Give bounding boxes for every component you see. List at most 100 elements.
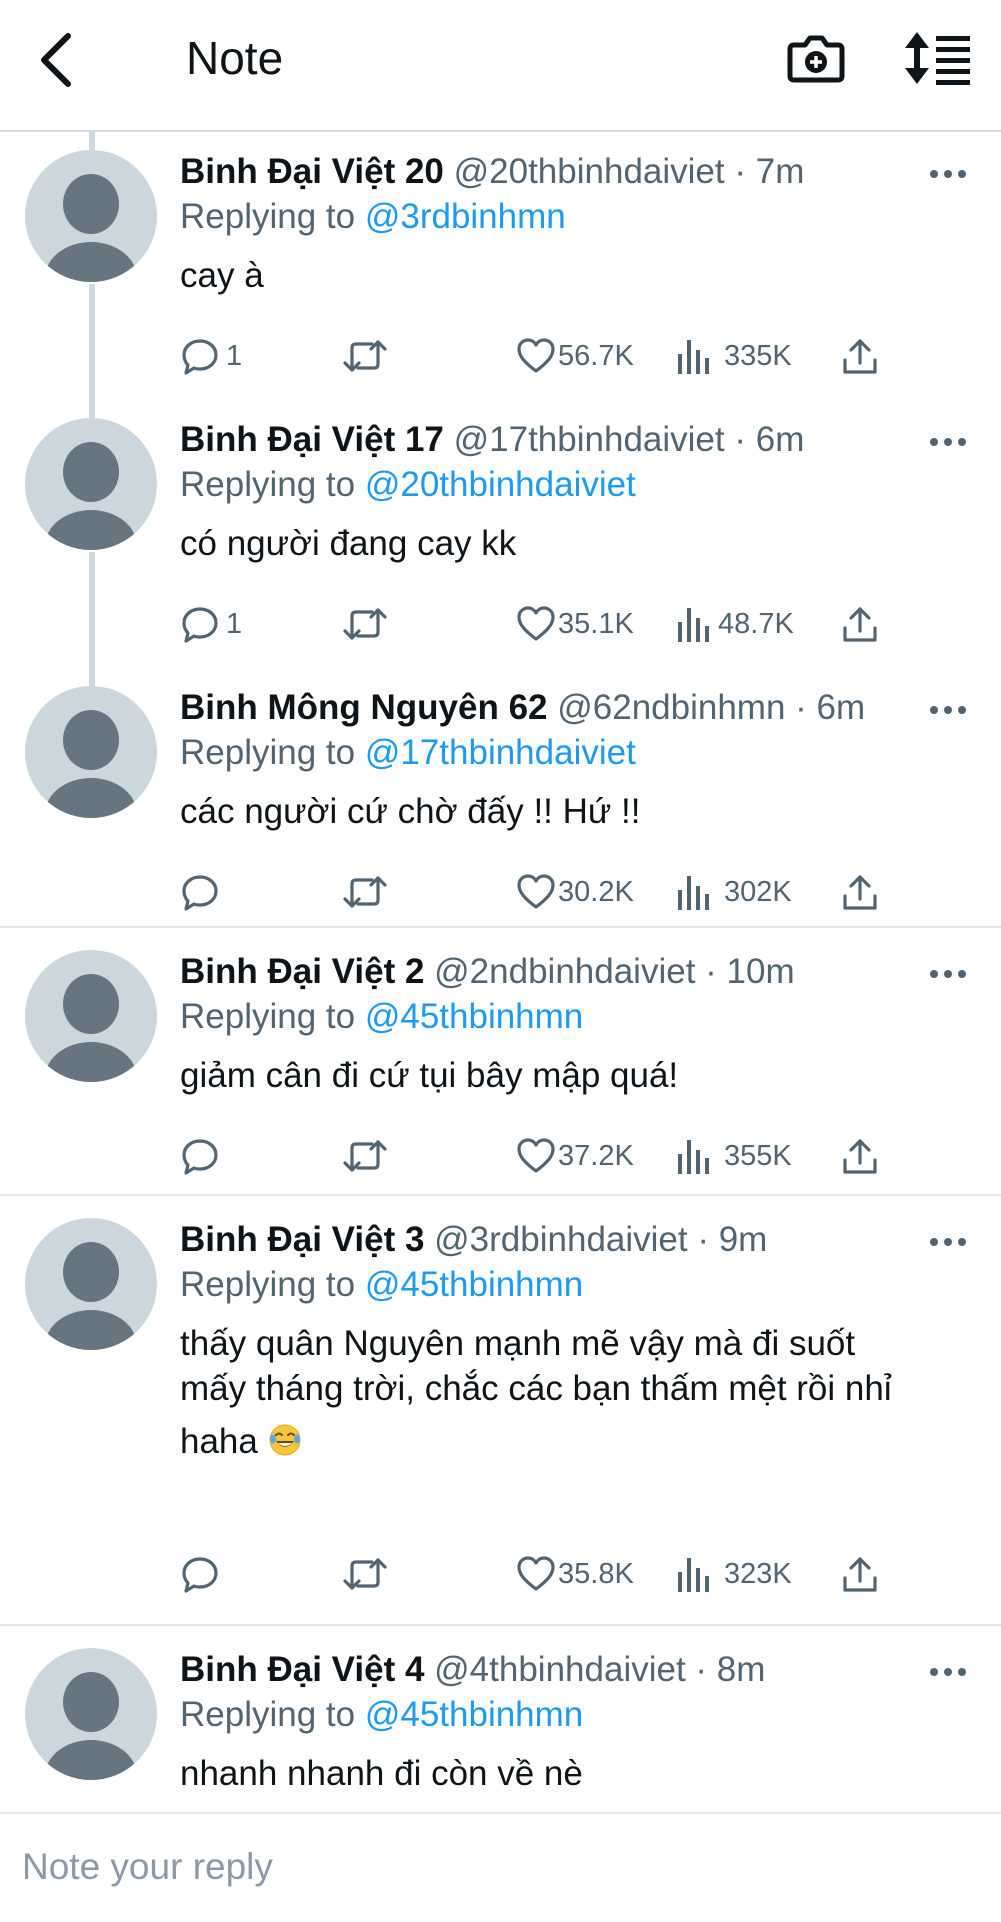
- handle-time: @20thbinhdaiviet · 7m: [453, 152, 805, 191]
- like-button[interactable]: 30.2K: [516, 870, 634, 914]
- top-bar: Note: [0, 0, 1001, 132]
- views-button[interactable]: 335K: [676, 334, 792, 378]
- sort-button[interactable]: [902, 30, 974, 86]
- tweet-item[interactable]: Binh Đại Việt 17 @17thbinhdaiviet · 6m R…: [0, 400, 1001, 668]
- views-button[interactable]: 302K: [676, 870, 792, 914]
- reply-button[interactable]: [180, 1134, 226, 1178]
- tweet-item[interactable]: Binh Đại Việt 2 @2ndbinhdaiviet · 10m Re…: [0, 928, 1001, 1196]
- display-name[interactable]: Binh Đại Việt 20: [180, 152, 444, 191]
- retweet-button[interactable]: [342, 1134, 388, 1178]
- reply-composer: [0, 1812, 1001, 1922]
- like-button[interactable]: 56.7K: [516, 334, 634, 378]
- default-avatar-icon: [45, 974, 137, 1082]
- display-name[interactable]: Binh Đại Việt 17: [180, 420, 444, 459]
- share-button[interactable]: [840, 334, 880, 378]
- avatar[interactable]: [25, 950, 157, 1082]
- more-button[interactable]: [928, 1662, 968, 1682]
- tweet-item[interactable]: Binh Đại Việt 3 @3rdbinhdaiviet · 9m Rep…: [0, 1196, 1001, 1626]
- tweet-item[interactable]: Binh Mông Nguyên 62 @62ndbinhmn · 6m Rep…: [0, 668, 1001, 928]
- avatar[interactable]: [25, 1648, 157, 1780]
- handle-time: @2ndbinhdaiviet · 10m: [434, 952, 795, 991]
- replying-to-label: Replying to: [180, 1265, 365, 1304]
- display-name[interactable]: Binh Đại Việt 4: [180, 1650, 424, 1689]
- mention-link[interactable]: @45thbinhmn: [365, 997, 583, 1036]
- camera-button[interactable]: [786, 28, 846, 88]
- reply-icon: [182, 875, 218, 911]
- reply-input[interactable]: [20, 1836, 964, 1898]
- back-button[interactable]: [30, 30, 90, 90]
- replying-to-label: Replying to: [180, 197, 365, 236]
- more-button[interactable]: [928, 164, 968, 184]
- default-avatar-icon: [45, 174, 137, 282]
- reply-count: 1: [226, 607, 243, 640]
- heart-icon: [517, 1138, 555, 1173]
- tweet-text-line: haha: [180, 1422, 258, 1461]
- heart-icon: [517, 874, 555, 909]
- avatar[interactable]: [25, 150, 157, 282]
- heart-icon: [517, 338, 555, 373]
- views-button[interactable]: 48.7K: [676, 602, 794, 646]
- replying-to: Replying to @20thbinhdaiviet: [180, 463, 636, 507]
- mention-link[interactable]: @20thbinhdaiviet: [365, 465, 636, 504]
- views-button[interactable]: 323K: [676, 1552, 792, 1596]
- more-dots-icon: [930, 438, 966, 446]
- tweet-text: thấy quân Nguyên mạnh mẽ vậy mà đi suốt …: [180, 1321, 970, 1464]
- reply-button[interactable]: [180, 1552, 226, 1596]
- display-name[interactable]: Binh Đại Việt 2: [180, 952, 424, 991]
- more-button[interactable]: [928, 964, 968, 984]
- mention-link[interactable]: @17thbinhdaiviet: [365, 733, 636, 772]
- default-avatar-icon: [45, 442, 137, 550]
- mention-link[interactable]: @45thbinhmn: [365, 1695, 583, 1734]
- views-button[interactable]: 355K: [676, 1134, 792, 1178]
- handle-time: @62ndbinhmn · 6m: [557, 688, 866, 727]
- tweet-text: giảm cân đi cứ tụi bây mập quá!: [180, 1056, 679, 1095]
- retweet-button[interactable]: [342, 1552, 388, 1596]
- share-button[interactable]: [840, 602, 880, 646]
- tweet-text-line: mấy tháng trời, chắc các bạn thấm mệt rồ…: [180, 1369, 892, 1408]
- retweet-button[interactable]: [342, 334, 388, 378]
- like-button[interactable]: 37.2K: [516, 1134, 634, 1178]
- reply-count: 1: [226, 339, 243, 372]
- action-bar: 37.2K 355K: [180, 1134, 900, 1178]
- share-button[interactable]: [840, 1134, 880, 1178]
- avatar[interactable]: [25, 1218, 157, 1350]
- reply-icon: [182, 607, 218, 643]
- reply-button[interactable]: 1: [180, 602, 242, 646]
- tweet-item[interactable]: Binh Đại Việt 4 @4thbinhdaiviet · 8m Rep…: [0, 1626, 1001, 1812]
- reply-button[interactable]: 1: [180, 334, 242, 378]
- reply-icon: [182, 1139, 218, 1175]
- more-button[interactable]: [928, 1232, 968, 1252]
- retweet-button[interactable]: [342, 602, 388, 646]
- share-icon: [843, 607, 877, 642]
- mention-link[interactable]: @3rdbinhmn: [365, 197, 566, 236]
- avatar[interactable]: [25, 686, 157, 818]
- avatar[interactable]: [25, 418, 157, 550]
- action-bar: 1 56.7K 335K: [180, 334, 900, 378]
- like-button[interactable]: 35.8K: [516, 1552, 634, 1596]
- views-chart-icon: [678, 876, 709, 910]
- mention-link[interactable]: @45thbinhmn: [365, 1265, 583, 1304]
- retweet-button[interactable]: [342, 870, 388, 914]
- tweet-item[interactable]: Binh Đại Việt 20 @20thbinhdaiviet · 7m R…: [0, 132, 1001, 404]
- default-avatar-icon: [45, 1672, 137, 1780]
- back-arrow-icon: [41, 33, 71, 87]
- more-button[interactable]: [928, 700, 968, 720]
- more-dots-icon: [930, 1238, 966, 1246]
- replying-to-label: Replying to: [180, 465, 365, 504]
- handle-time: @17thbinhdaiviet · 6m: [453, 420, 805, 459]
- share-button[interactable]: [840, 870, 880, 914]
- more-button[interactable]: [928, 432, 968, 452]
- view-count: 302K: [724, 875, 792, 908]
- reply-icon: [182, 1557, 218, 1593]
- like-button[interactable]: 35.1K: [516, 602, 634, 646]
- views-chart-icon: [678, 340, 709, 374]
- replying-to-label: Replying to: [180, 733, 365, 772]
- display-name[interactable]: Binh Đại Việt 3: [180, 1220, 424, 1259]
- reply-icon: [182, 339, 218, 375]
- handle-time: @4thbinhdaiviet · 8m: [434, 1650, 766, 1689]
- reply-button[interactable]: [180, 870, 226, 914]
- share-button[interactable]: [840, 1552, 880, 1596]
- display-name[interactable]: Binh Mông Nguyên 62: [180, 688, 548, 727]
- share-icon: [843, 1557, 877, 1592]
- action-bar: 1 35.1K 48.7K: [180, 602, 900, 646]
